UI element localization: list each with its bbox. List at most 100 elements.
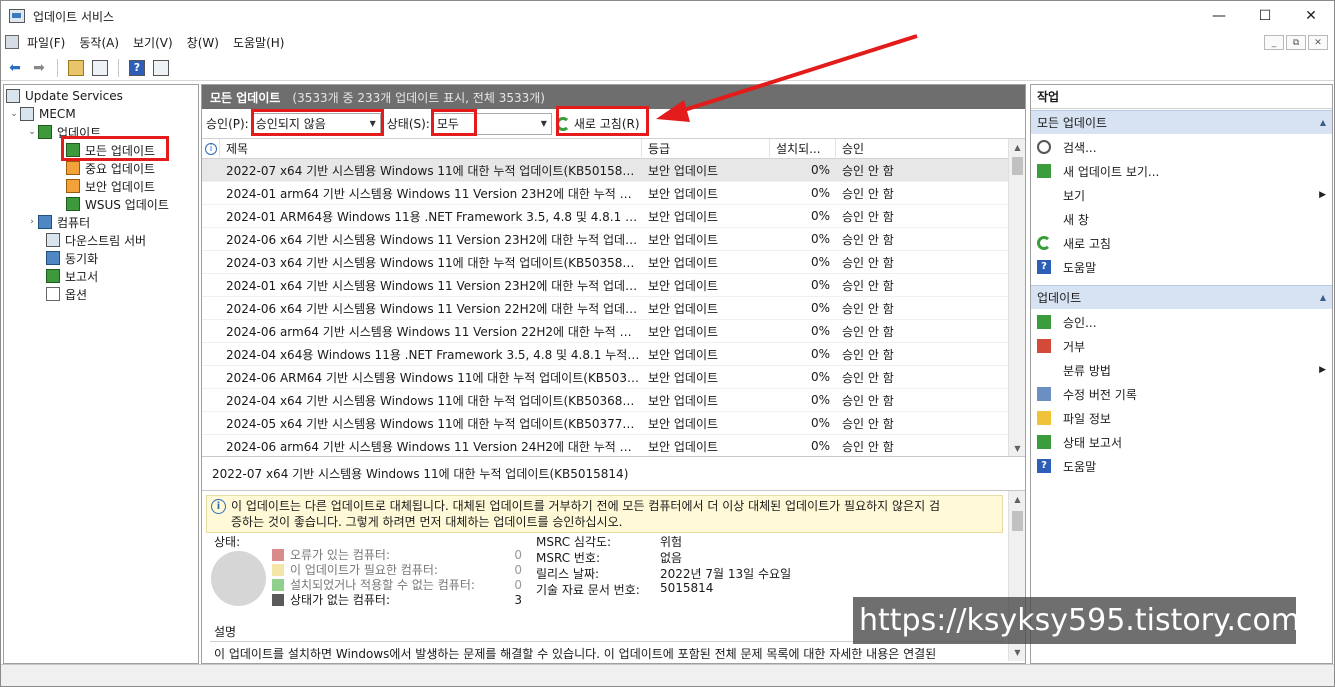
table-row[interactable]: 2024-06 x64 기반 시스템용 Windows 11 Version 2… (202, 297, 1025, 320)
collapse-chevron-icon[interactable]: ⌄ (26, 127, 38, 137)
scroll-down-arrow-icon[interactable]: ▼ (1009, 644, 1025, 661)
action-status-report[interactable]: 상태 보고서 (1031, 430, 1332, 454)
table-row[interactable]: 2024-05 x64 기반 시스템용 Windows 11에 대한 누적 업데… (202, 412, 1025, 435)
wsus-console-window: 업데이트 서비스 — ☐ ✕ 파일(F) 동작(A) 보기(V) 창(W) 도움… (0, 0, 1335, 687)
cell-classification: 보안 업데이트 (648, 255, 719, 270)
cell-classification: 보안 업데이트 (648, 393, 719, 408)
action-new-window[interactable]: 새 창 (1031, 207, 1332, 231)
cell-approval: 승인 안 함 (842, 301, 894, 316)
table-row[interactable]: 2024-01 x64 기반 시스템용 Windows 11 Version 2… (202, 274, 1025, 297)
table-row[interactable]: 2024-03 x64 기반 시스템용 Windows 11에 대한 누적 업데… (202, 251, 1025, 274)
scroll-up-arrow-icon[interactable]: ▲ (1009, 491, 1025, 508)
cell-approval: 승인 안 함 (842, 370, 894, 385)
submenu-arrow-icon: ▶ (1319, 365, 1326, 375)
help-icon[interactable]: ? (127, 58, 147, 78)
mdi-minimize-button[interactable]: _ (1264, 35, 1284, 50)
back-arrow-icon[interactable]: ⬅ (5, 58, 25, 78)
action-view[interactable]: 보기 ▶ (1031, 183, 1332, 207)
warning-line-1: 이 업데이트는 다른 업데이트로 대체됩니다. 대체된 업데이트를 거부하기 전… (231, 499, 940, 513)
info-column-header[interactable]: i (202, 139, 220, 159)
status-report-icon (1037, 435, 1051, 449)
scroll-up-arrow-icon[interactable]: ▲ (1009, 139, 1025, 156)
collapse-icon[interactable]: ▲ (1320, 118, 1326, 127)
table-row[interactable]: 2024-06 ARM64 기반 시스템용 Windows 11에 대한 누적 … (202, 366, 1025, 389)
new-view-icon (1037, 164, 1051, 178)
close-button[interactable]: ✕ (1288, 1, 1334, 31)
action-new-update-view[interactable]: 새 업데이트 보기... (1031, 159, 1332, 183)
title-bar: 업데이트 서비스 — ☐ ✕ (1, 1, 1334, 31)
table-row[interactable]: 2024-06 arm64 기반 시스템용 Windows 11 Version… (202, 320, 1025, 343)
maximize-button[interactable]: ☐ (1242, 1, 1288, 31)
legend-row: 설치되었거나 적용할 수 없는 컴퓨터: 0 (272, 577, 522, 592)
table-row[interactable]: 2022-07 x64 기반 시스템용 Windows 11에 대한 누적 업데… (202, 159, 1025, 182)
watermark-text: https://ksyksy595.tistory.com (853, 597, 1300, 644)
tree-item-reports[interactable]: 보고서 (4, 267, 198, 285)
forward-arrow-icon[interactable]: ➡ (29, 58, 49, 78)
tree-label: 옵션 (65, 287, 88, 302)
legend-swatch (272, 563, 284, 576)
highlight-approval-filter (251, 109, 384, 136)
action-revision-history[interactable]: 수정 버전 기록 (1031, 382, 1332, 406)
tree-item-wsus-updates[interactable]: WSUS 업데이트 (4, 195, 198, 213)
cell-approval: 승인 안 함 (842, 347, 894, 362)
approval-column-header[interactable]: 승인 (836, 139, 1006, 159)
cell-installed: 0% (810, 301, 830, 315)
show-hide-action-pane-icon[interactable] (151, 58, 171, 78)
action-help-update[interactable]: ? 도움말 (1031, 454, 1332, 478)
table-row[interactable]: 2024-04 x64용 Windows 11용 .NET Framework … (202, 343, 1025, 366)
menu-view[interactable]: 보기(V) (133, 34, 173, 51)
table-row[interactable]: 2024-04 x64 기반 시스템용 Windows 11에 대한 누적 업데… (202, 389, 1025, 412)
action-group-by[interactable]: 분류 방법 ▶ (1031, 358, 1332, 382)
status-pie-chart (211, 551, 266, 606)
menu-help[interactable]: 도움말(H) (233, 34, 285, 51)
scroll-thumb[interactable] (1012, 511, 1023, 531)
expand-chevron-icon[interactable]: › (26, 217, 38, 227)
grid-rows: 2022-07 x64 기반 시스템용 Windows 11에 대한 누적 업데… (202, 159, 1025, 456)
show-hide-tree-icon[interactable] (90, 58, 110, 78)
scroll-thumb[interactable] (1012, 157, 1023, 175)
mdi-close-button[interactable]: ✕ (1308, 35, 1328, 50)
table-row[interactable]: 2024-06 x64 기반 시스템용 Windows 11 Version 2… (202, 228, 1025, 251)
tree-item-computers[interactable]: › 컴퓨터 (4, 213, 198, 231)
mdi-controls: _ ⧉ ✕ (1264, 35, 1328, 50)
collapse-icon[interactable]: ▲ (1320, 293, 1326, 302)
classification-column-header[interactable]: 등급 (642, 139, 770, 159)
action-label: 파일 정보 (1063, 411, 1111, 426)
grid-scrollbar[interactable]: ▲ ▼ (1008, 139, 1025, 456)
minimize-button[interactable]: — (1196, 1, 1242, 31)
mdi-restore-button[interactable]: ⧉ (1286, 35, 1306, 50)
actions-section-update[interactable]: 업데이트 ▲ (1031, 285, 1332, 309)
action-help[interactable]: ? 도움말 (1031, 255, 1332, 279)
cell-approval: 승인 안 함 (842, 186, 894, 201)
action-refresh[interactable]: 새로 고침 (1031, 231, 1332, 255)
action-file-info[interactable]: 파일 정보 (1031, 406, 1332, 430)
up-folder-icon[interactable] (66, 58, 86, 78)
table-row[interactable]: 2024-01 arm64 기반 시스템용 Windows 11 Version… (202, 182, 1025, 205)
update-services-icon (6, 89, 20, 103)
collapse-chevron-icon[interactable]: ⌄ (8, 109, 20, 119)
console-icon[interactable] (5, 35, 19, 49)
menu-action[interactable]: 동작(A) (79, 34, 119, 51)
tree-item-synchronizations[interactable]: 동기화 (4, 249, 198, 267)
tree-item-options[interactable]: 옵션 (4, 285, 198, 303)
action-decline[interactable]: 거부 (1031, 334, 1332, 358)
action-search[interactable]: 검색... (1031, 135, 1332, 159)
window-title: 업데이트 서비스 (33, 9, 115, 24)
tree-item-security-updates[interactable]: 보안 업데이트 (4, 177, 198, 195)
installed-column-header[interactable]: 설치되... (770, 139, 836, 159)
scroll-down-arrow-icon[interactable]: ▼ (1009, 440, 1025, 456)
actions-section-all-updates[interactable]: 모든 업데이트 ▲ (1031, 110, 1332, 134)
cell-approval: 승인 안 함 (842, 416, 894, 431)
table-row[interactable]: 2024-01 ARM64용 Windows 11용 .NET Framewor… (202, 205, 1025, 228)
tree-label: 보안 업데이트 (85, 179, 156, 194)
action-approve[interactable]: 승인... (1031, 310, 1332, 334)
menu-file[interactable]: 파일(F) (27, 34, 65, 51)
description-label: 설명 (214, 625, 237, 639)
tree-item-server[interactable]: ⌄ MECM (4, 105, 198, 123)
menu-window[interactable]: 창(W) (187, 34, 219, 51)
title-column-header[interactable]: 제목 (220, 139, 642, 159)
tree-item-critical-updates[interactable]: 중요 업데이트 (4, 159, 198, 177)
tree-item-downstream-servers[interactable]: 다운스트림 서버 (4, 231, 198, 249)
tree-item-update-services[interactable]: Update Services (4, 87, 198, 105)
table-row[interactable]: 2024-06 arm64 기반 시스템용 Windows 11 Version… (202, 435, 1025, 456)
